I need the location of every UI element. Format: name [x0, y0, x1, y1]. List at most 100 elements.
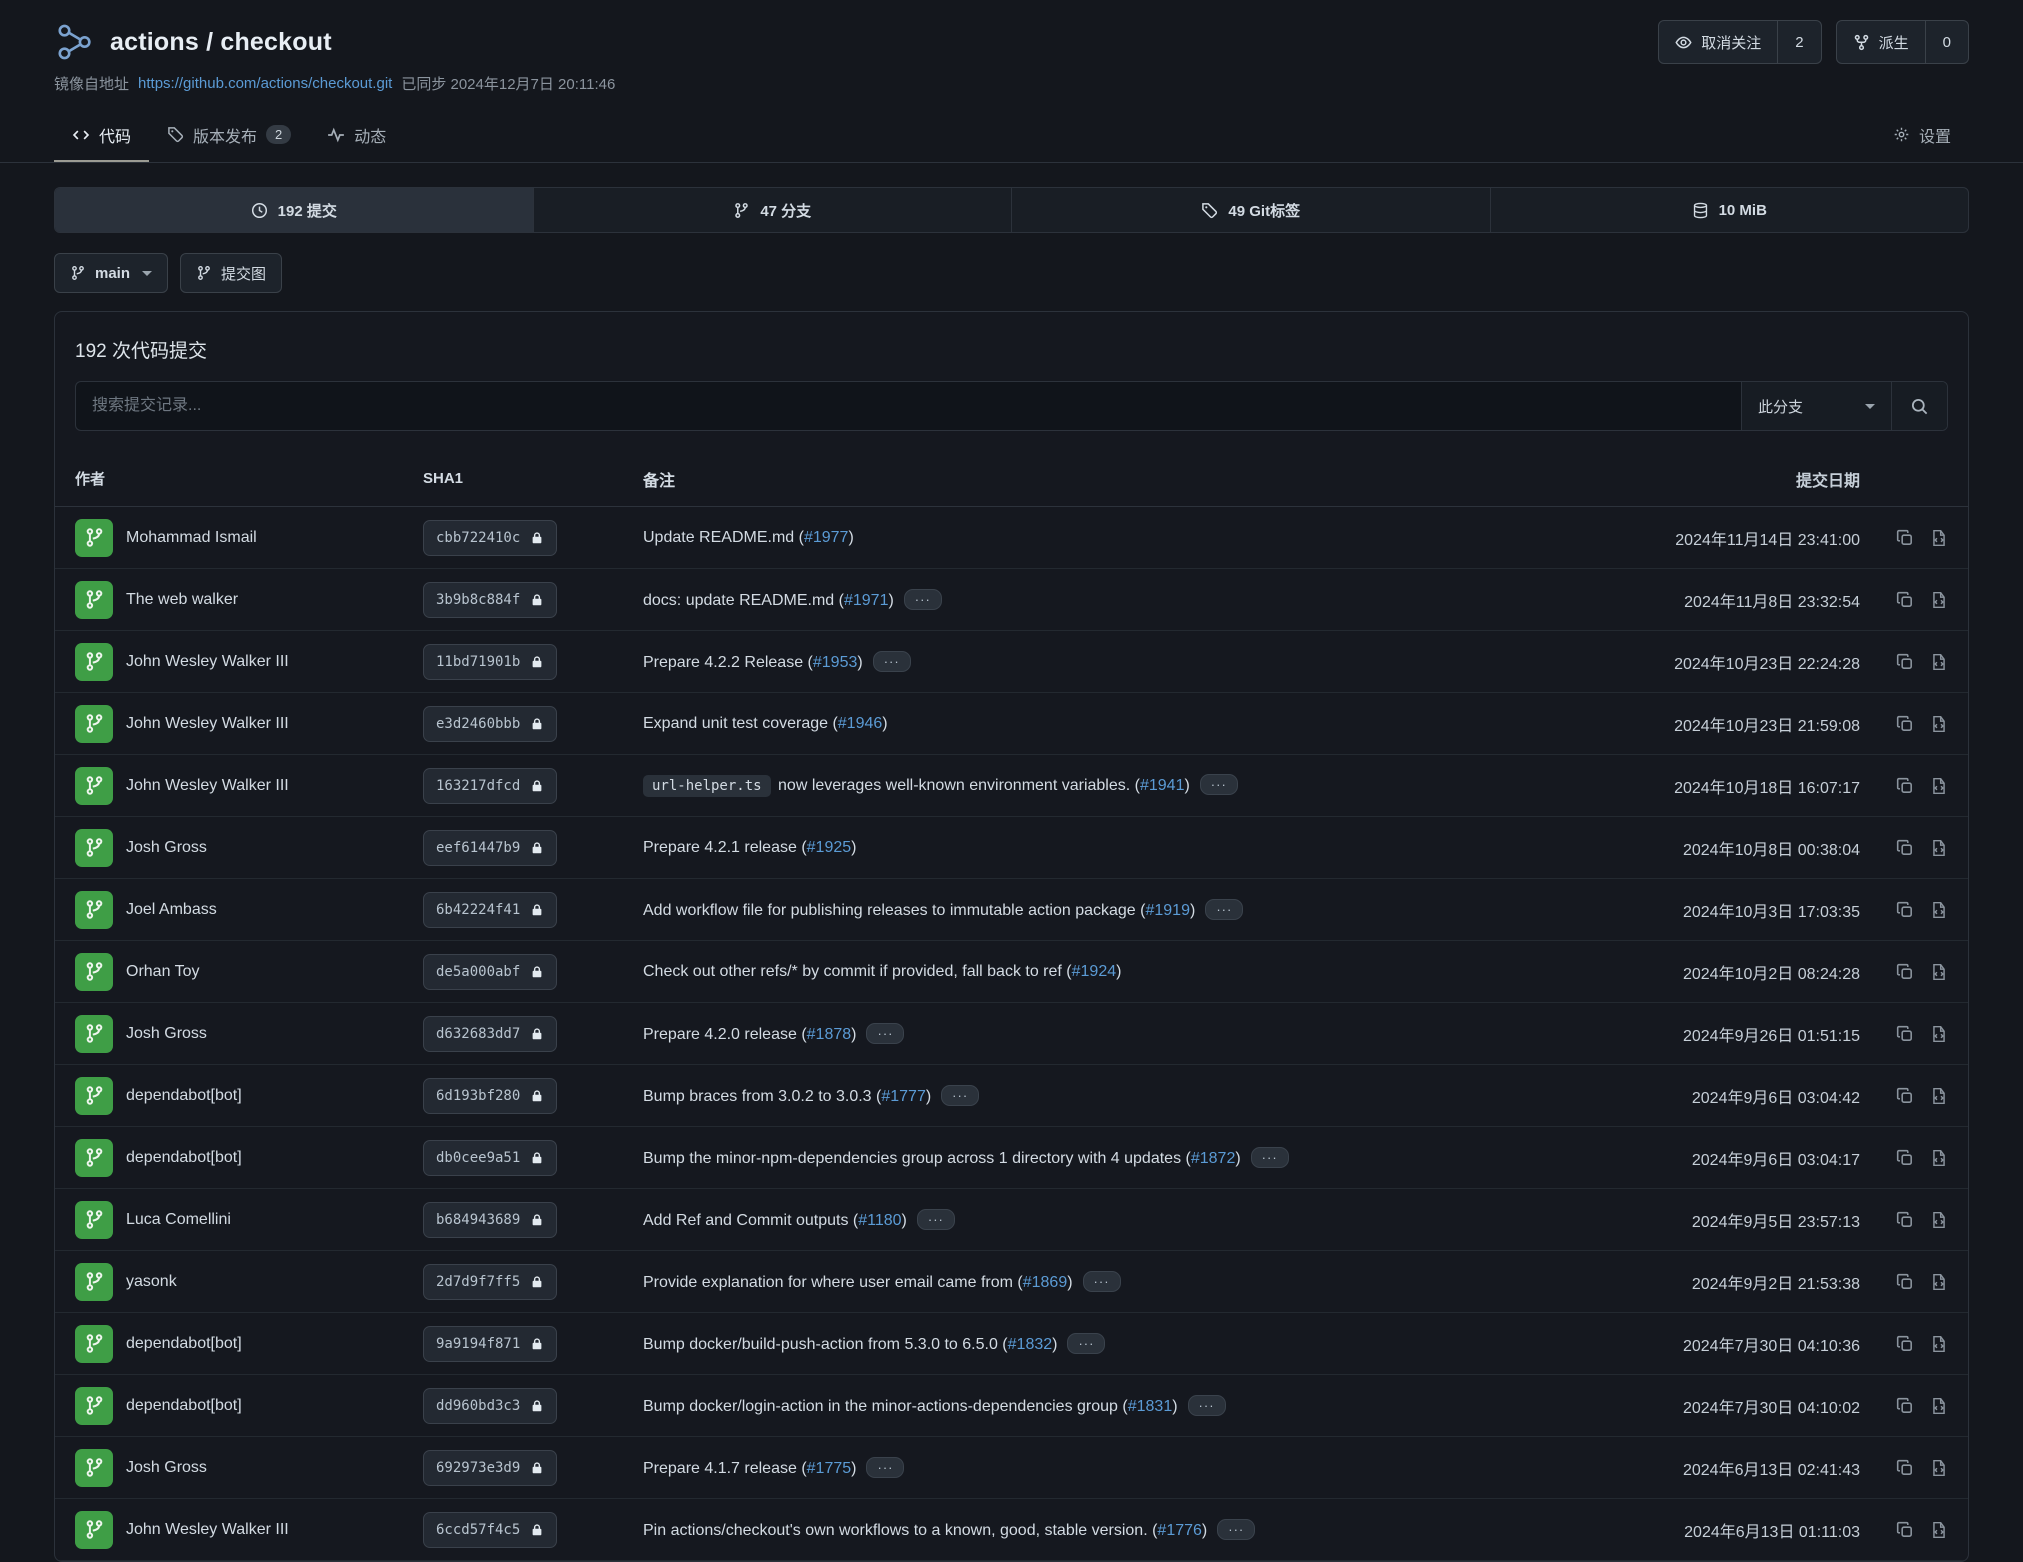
tab-settings[interactable]: 设置: [1875, 107, 1969, 162]
tab-activity[interactable]: 动态: [309, 107, 404, 162]
author-avatar[interactable]: [75, 953, 113, 991]
commit-issue-link[interactable]: #1180: [858, 1212, 901, 1229]
forks-count[interactable]: 0: [1925, 21, 1968, 63]
stat-branches[interactable]: 47 分支: [533, 188, 1012, 232]
browse-source-button[interactable]: [1930, 901, 1948, 919]
commit-issue-link[interactable]: #1941: [1140, 777, 1185, 794]
commit-message-text[interactable]: docs: update README.md (: [643, 592, 844, 609]
expand-commit-button[interactable]: ···: [1067, 1333, 1105, 1354]
copy-sha-button[interactable]: [1896, 1149, 1914, 1167]
commit-issue-link[interactable]: #1919: [1145, 902, 1190, 919]
commit-sha-button[interactable]: 9a9194f871: [423, 1326, 557, 1362]
author-name[interactable]: Mohammad Ismail: [126, 529, 257, 547]
expand-commit-button[interactable]: ···: [873, 651, 911, 672]
commit-message-text[interactable]: Expand unit test coverage (: [643, 715, 838, 732]
tab-code[interactable]: 代码: [54, 107, 149, 162]
expand-commit-button[interactable]: ···: [1217, 1519, 1255, 1540]
commit-message-text[interactable]: Provide explanation for where user email…: [643, 1274, 1023, 1291]
expand-commit-button[interactable]: ···: [866, 1023, 904, 1044]
author-name[interactable]: John Wesley Walker III: [126, 1521, 289, 1539]
copy-sha-button[interactable]: [1896, 777, 1914, 795]
commit-message-text[interactable]: Prepare 4.1.7 release (: [643, 1460, 807, 1477]
copy-sha-button[interactable]: [1896, 653, 1914, 671]
commit-search-input[interactable]: [76, 382, 1741, 430]
author-name[interactable]: Luca Comellini: [126, 1211, 231, 1229]
author-avatar[interactable]: [75, 1449, 113, 1487]
browse-source-button[interactable]: [1930, 1397, 1948, 1415]
browse-source-button[interactable]: [1930, 1149, 1948, 1167]
browse-source-button[interactable]: [1930, 1087, 1948, 1105]
copy-sha-button[interactable]: [1896, 901, 1914, 919]
author-name[interactable]: dependabot[bot]: [126, 1397, 242, 1415]
commit-sha-button[interactable]: 163217dfcd: [423, 768, 557, 804]
author-avatar[interactable]: [75, 1139, 113, 1177]
copy-sha-button[interactable]: [1896, 1521, 1914, 1539]
branch-filter-select[interactable]: 此分支: [1741, 382, 1891, 430]
browse-source-button[interactable]: [1930, 1459, 1948, 1477]
commit-sha-button[interactable]: db0cee9a51: [423, 1140, 557, 1176]
author-name[interactable]: The web walker: [126, 591, 238, 609]
copy-sha-button[interactable]: [1896, 529, 1914, 547]
branch-selector[interactable]: main: [54, 253, 168, 293]
author-avatar[interactable]: [75, 1015, 113, 1053]
stat-tags[interactable]: 49 Git标签: [1011, 188, 1490, 232]
author-name[interactable]: Josh Gross: [126, 1459, 207, 1477]
author-avatar[interactable]: [75, 829, 113, 867]
commit-sha-button[interactable]: eef61447b9: [423, 830, 557, 866]
commit-sha-button[interactable]: d632683dd7: [423, 1016, 557, 1052]
browse-source-button[interactable]: [1930, 1335, 1948, 1353]
copy-sha-button[interactable]: [1896, 1025, 1914, 1043]
browse-source-button[interactable]: [1930, 839, 1948, 857]
copy-sha-button[interactable]: [1896, 1211, 1914, 1229]
author-name[interactable]: Josh Gross: [126, 1025, 207, 1043]
commit-message-text[interactable]: Check out other refs/* by commit if prov…: [643, 963, 1072, 980]
commit-message-text[interactable]: Prepare 4.2.0 release (: [643, 1026, 807, 1043]
commit-message-text[interactable]: Add workflow file for publishing release…: [643, 902, 1145, 919]
tab-releases[interactable]: 版本发布 2: [149, 107, 309, 162]
commit-issue-link[interactable]: #1925: [807, 839, 852, 856]
author-name[interactable]: yasonk: [126, 1273, 177, 1291]
commit-message-text[interactable]: Prepare 4.2.2 Release (: [643, 654, 813, 671]
copy-sha-button[interactable]: [1896, 1459, 1914, 1477]
copy-sha-button[interactable]: [1896, 715, 1914, 733]
author-avatar[interactable]: [75, 1077, 113, 1115]
commit-sha-button[interactable]: de5a000abf: [423, 954, 557, 990]
browse-source-button[interactable]: [1930, 1273, 1948, 1291]
commit-issue-link[interactable]: #1869: [1023, 1274, 1068, 1291]
unwatch-button[interactable]: 取消关注: [1659, 21, 1777, 63]
commit-sha-button[interactable]: e3d2460bbb: [423, 706, 557, 742]
copy-sha-button[interactable]: [1896, 1397, 1914, 1415]
stat-commits[interactable]: 192 提交: [55, 188, 533, 232]
commit-issue-link[interactable]: #1831: [1128, 1398, 1173, 1415]
author-avatar[interactable]: [75, 1511, 113, 1549]
commit-message-text[interactable]: Update README.md (: [643, 529, 804, 546]
copy-sha-button[interactable]: [1896, 963, 1914, 981]
commit-sha-button[interactable]: 2d7d9f7ff5: [423, 1264, 557, 1300]
stat-size[interactable]: 10 MiB: [1490, 188, 1969, 232]
expand-commit-button[interactable]: ···: [917, 1209, 955, 1230]
commit-sha-button[interactable]: 6b42224f41: [423, 892, 557, 928]
expand-commit-button[interactable]: ···: [866, 1457, 904, 1478]
author-avatar[interactable]: [75, 1263, 113, 1301]
copy-sha-button[interactable]: [1896, 839, 1914, 857]
commit-message-text[interactable]: now leverages well-known environment var…: [774, 777, 1140, 794]
author-avatar[interactable]: [75, 581, 113, 619]
expand-commit-button[interactable]: ···: [941, 1085, 979, 1106]
author-avatar[interactable]: [75, 1387, 113, 1425]
commit-sha-button[interactable]: cbb722410c: [423, 520, 557, 556]
copy-sha-button[interactable]: [1896, 1087, 1914, 1105]
author-name[interactable]: John Wesley Walker III: [126, 653, 289, 671]
author-avatar[interactable]: [75, 1325, 113, 1363]
author-name[interactable]: dependabot[bot]: [126, 1335, 242, 1353]
commit-sha-button[interactable]: 6d193bf280: [423, 1078, 557, 1114]
commit-issue-link[interactable]: #1924: [1072, 963, 1117, 980]
search-button[interactable]: [1891, 382, 1947, 430]
commit-sha-button[interactable]: b684943689: [423, 1202, 557, 1238]
copy-sha-button[interactable]: [1896, 1335, 1914, 1353]
author-avatar[interactable]: [75, 705, 113, 743]
expand-commit-button[interactable]: ···: [1188, 1395, 1226, 1416]
expand-commit-button[interactable]: ···: [1251, 1147, 1289, 1168]
commit-issue-link[interactable]: #1777: [881, 1088, 926, 1105]
commit-message-text[interactable]: Add Ref and Commit outputs (: [643, 1212, 858, 1229]
commit-sha-button[interactable]: 11bd71901b: [423, 644, 557, 680]
